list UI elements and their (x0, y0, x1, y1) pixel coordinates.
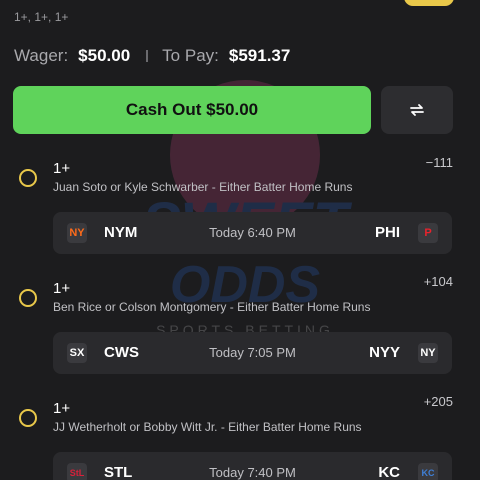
nyy-logo-icon: NY (418, 343, 438, 363)
leg-odds: +104 (423, 274, 453, 289)
wager-value: $50.00 (78, 46, 131, 65)
cash-out-button[interactable]: Cash Out $50.00 (13, 86, 371, 134)
topay-label: To Pay: (162, 46, 219, 65)
leg-type: 1+ (53, 400, 71, 417)
home-team: NYY (369, 344, 400, 361)
home-team: PHI (374, 224, 400, 241)
game-card[interactable]: SX CWS Today 7:05 PM NYY NY (53, 332, 452, 374)
divider (146, 50, 149, 62)
header-action-button[interactable] (404, 0, 454, 6)
leg-select-radio[interactable] (19, 409, 37, 427)
swap-button[interactable] (381, 86, 453, 134)
bet-subtitle: 1+, 1+, 1+ (14, 10, 69, 24)
leg-type: 1+ (53, 160, 71, 177)
game-card[interactable]: StL STL Today 7:40 PM KC KC (53, 452, 452, 480)
leg-select-radio[interactable] (19, 169, 37, 187)
wager-summary: Wager: $50.00 To Pay: $591.37 (14, 46, 290, 66)
leg-description: JJ Wetherholt or Bobby Witt Jr. - Either… (53, 420, 362, 434)
topay-value: $591.37 (228, 46, 291, 65)
game-card[interactable]: NY NYM Today 6:40 PM PHI P (53, 212, 452, 254)
home-team: KC (378, 464, 400, 480)
swap-arrows-icon (410, 104, 424, 116)
leg-description: Juan Soto or Kyle Schwarber - Either Bat… (53, 180, 353, 194)
wager-label: Wager: (14, 46, 69, 65)
leg-description: Ben Rice or Colson Montgomery - Either B… (53, 300, 371, 314)
leg-odds: +205 (423, 394, 453, 409)
leg-odds: −111 (425, 155, 453, 170)
kc-logo-icon: KC (418, 463, 438, 480)
leg-select-radio[interactable] (19, 289, 37, 307)
leg-type: 1+ (53, 280, 71, 297)
phi-logo-icon: P (418, 223, 438, 243)
